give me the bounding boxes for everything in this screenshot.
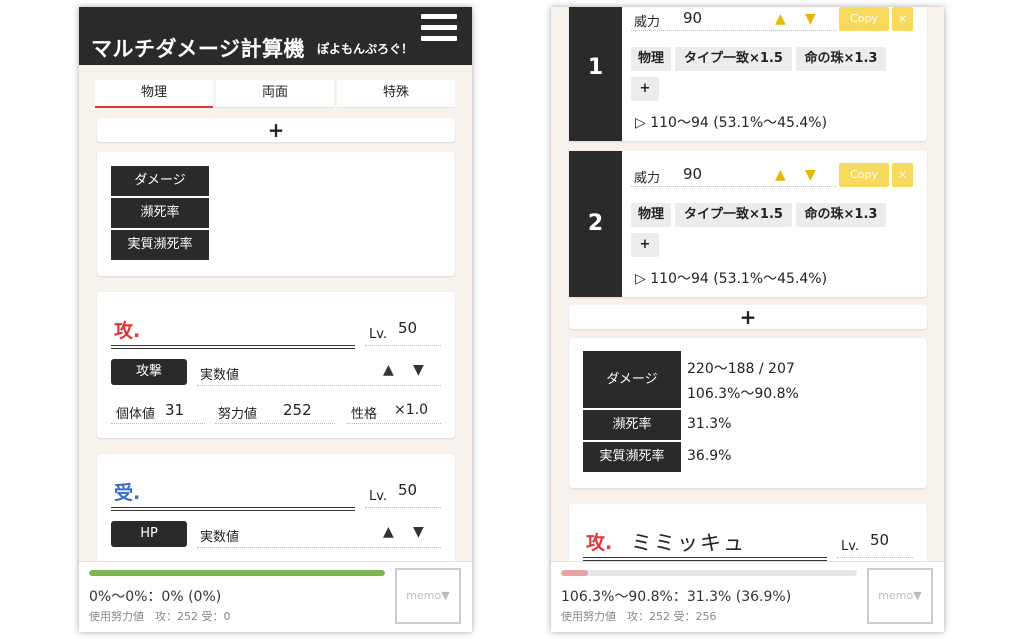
ev-used-text: 使用努力値 攻：252 受：256 (561, 610, 717, 623)
power-label-2: 威力 (634, 171, 661, 186)
attack-mode-underline (197, 385, 441, 386)
copy-button-2[interactable]: Copy (839, 163, 889, 187)
iv-underline (111, 423, 205, 424)
attack-ev-input[interactable]: 252 (283, 401, 312, 419)
move-result-2: ▷ 110〜94 (53.1%〜45.4%) (635, 271, 828, 287)
power-down-icon-1[interactable]: ▼ (805, 11, 816, 27)
attacker-lv-input[interactable]: 50 (870, 531, 889, 549)
defender-name-input[interactable] (111, 507, 355, 511)
memo-button[interactable]: memo▼ (867, 568, 933, 624)
attack-up-arrow-icon[interactable]: ▲ (383, 362, 394, 378)
damage-value: 220〜188 / 207 (687, 361, 795, 377)
defender-lv-underline (365, 507, 441, 508)
move-result-1: ▷ 110〜94 (53.1%〜45.4%) (635, 115, 828, 131)
app-subtitle: ぽよもんぷろぐ！ (317, 42, 414, 56)
hp-mode-select[interactable]: 実数値 (200, 526, 239, 545)
add-move-button[interactable]: + (569, 305, 927, 329)
tag-stab-1[interactable]: タイプ一致×1.5 (675, 47, 792, 71)
attack-stat-button[interactable]: 攻撃 (111, 359, 187, 385)
summary-footer: 106.3%〜90.8%：31.3% (36.9%) 使用努力値 攻：252 受… (551, 561, 944, 632)
phone-screen-right: 1 威力 90 ▲ ▼ Copy × 物理 タイプ一致×1.5 命の珠×1.3 … (551, 7, 944, 632)
defender-lv-input[interactable]: 50 (398, 481, 417, 499)
ev-used-text: 使用努力値 攻：252 受：0 (89, 610, 231, 623)
power-input-2[interactable]: 90 (683, 165, 702, 183)
app-title: マルチダメージ計算機 (91, 37, 305, 61)
power-up-icon-2[interactable]: ▲ (775, 167, 786, 183)
summary-text: 0%〜0%：0% (0%) (89, 589, 222, 605)
attacker-lv-label: Lv. (841, 539, 860, 554)
damage-label: ダメージ (111, 166, 209, 196)
attacker-name-input[interactable]: ミミッキュ (631, 527, 746, 557)
power-down-icon-2[interactable]: ▼ (805, 167, 816, 183)
menu-icon[interactable] (421, 14, 457, 42)
ev-underline (215, 423, 335, 424)
power-up-icon-1[interactable]: ▲ (775, 11, 786, 27)
attack-iv-input[interactable]: 31 (165, 401, 184, 419)
attacker-lv-input[interactable]: 50 (398, 319, 417, 337)
kill-rate-label: 瀕死率 (583, 410, 681, 440)
attack-nature-select[interactable]: ×1.0 (394, 402, 428, 418)
move-number-2: 2 (569, 151, 622, 297)
attack-iv-label: 個体値 (116, 407, 156, 422)
add-tag-button-2[interactable]: + (631, 233, 659, 257)
tag-item-2[interactable]: 命の珠×1.3 (796, 203, 886, 227)
attacker-lv-label: Lv. (369, 327, 388, 342)
attack-mode-select[interactable]: 実数値 (200, 364, 239, 383)
kill-rate-progress-fill (89, 570, 385, 576)
nature-underline (347, 423, 441, 424)
tag-stab-2[interactable]: タイプ一致×1.5 (675, 203, 792, 227)
memo-button[interactable]: memo▼ (395, 568, 461, 624)
move-number-1: 1 (569, 7, 622, 141)
move-card-1: 1 威力 90 ▲ ▼ Copy × 物理 タイプ一致×1.5 命の珠×1.3 … (569, 7, 927, 141)
hp-up-arrow-icon[interactable]: ▲ (383, 524, 394, 540)
kill-rate-progress-fill (561, 570, 588, 576)
defender-lv-label: Lv. (369, 489, 388, 504)
kill-rate-value: 31.3% (687, 416, 732, 432)
tab-physical[interactable]: 物理 (95, 80, 213, 108)
move-card-2: 2 威力 90 ▲ ▼ Copy × 物理 タイプ一致×1.5 命の珠×1.3 … (569, 151, 927, 297)
hp-stat-button[interactable]: HP (111, 521, 187, 547)
kill-rate-progress (561, 570, 857, 576)
real-kill-rate-label: 実質瀕死率 (111, 230, 209, 260)
result-card: ダメージ 瀕死率 実質瀕死率 (97, 152, 455, 276)
attacker-label: 攻. (586, 532, 613, 554)
summary-footer: 0%〜0%：0% (0%) 使用努力値 攻：252 受：0 memo▼ (79, 561, 472, 632)
attacker-label: 攻. (114, 320, 141, 342)
tab-special[interactable]: 特殊 (337, 80, 455, 108)
attacker-lv-underline (365, 345, 441, 346)
tab-both[interactable]: 両面 (216, 80, 334, 108)
attack-ev-label: 努力値 (218, 407, 258, 422)
app-header: マルチダメージ計算機 ぽよもんぷろぐ！ (79, 7, 472, 65)
defender-label: 受. (114, 482, 141, 504)
hp-down-arrow-icon[interactable]: ▼ (413, 524, 424, 540)
damage-percent: 106.3%〜90.8% (687, 386, 799, 402)
tag-category-2[interactable]: 物理 (631, 203, 671, 227)
real-kill-rate-value: 36.9% (687, 448, 732, 464)
delete-button-1[interactable]: × (892, 7, 913, 31)
delete-button-2[interactable]: × (892, 163, 913, 187)
attack-nature-label: 性格 (351, 407, 378, 422)
hp-mode-underline (197, 547, 441, 548)
add-tag-button-1[interactable]: + (631, 77, 659, 101)
damage-label: ダメージ (583, 351, 681, 408)
power-underline-2 (631, 186, 836, 187)
power-underline-1 (631, 30, 836, 31)
attacker-card: 攻. Lv. 50 攻撃 実数値 ▲ ▼ 個体値 31 努力値 252 性格 ×… (97, 292, 455, 438)
kill-rate-progress (89, 570, 385, 576)
attacker-name-input[interactable] (111, 345, 355, 349)
tag-item-1[interactable]: 命の珠×1.3 (796, 47, 886, 71)
attacker-lv-underline (837, 557, 913, 558)
kill-rate-label: 瀕死率 (111, 198, 209, 228)
copy-button-1[interactable]: Copy (839, 7, 889, 31)
phone-screen-left: マルチダメージ計算機 ぽよもんぷろぐ！ 物理 両面 特殊 + ダメージ 瀕死率 … (79, 7, 472, 632)
power-input-1[interactable]: 90 (683, 9, 702, 27)
attack-down-arrow-icon[interactable]: ▼ (413, 362, 424, 378)
real-kill-rate-label: 実質瀕死率 (583, 442, 681, 472)
tag-category-1[interactable]: 物理 (631, 47, 671, 71)
summary-text: 106.3%〜90.8%：31.3% (36.9%) (561, 589, 792, 605)
power-label-1: 威力 (634, 15, 661, 30)
result-card: ダメージ 220〜188 / 207 106.3%〜90.8% 瀕死率 31.3… (569, 338, 927, 488)
add-move-button[interactable]: + (97, 118, 455, 142)
